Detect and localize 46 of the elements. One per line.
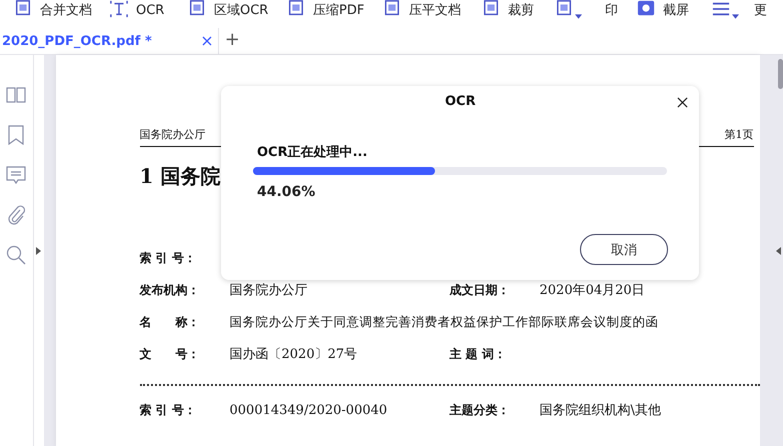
field-label: 索 引 号： — [140, 250, 197, 266]
field-value: 国务院组织机构\其他 — [540, 402, 662, 419]
toolbar-button[interactable]: 压缩PDF — [313, 1, 364, 19]
toolbar-button[interactable]: 区域OCR — [214, 1, 268, 19]
field-label: 主 题 词： — [450, 346, 507, 362]
toolbar-button[interactable]: 截屏 — [663, 1, 689, 19]
dialog-title: OCR — [445, 94, 475, 109]
field-label: 成文日期： — [450, 282, 510, 298]
expand-icon[interactable] — [36, 247, 42, 255]
field-label: 名 称： — [140, 314, 200, 330]
caret-icon[interactable] — [732, 14, 739, 18]
new-tab-button[interactable]: + — [218, 28, 246, 54]
comment-icon[interactable] — [6, 165, 26, 185]
toolbar-button[interactable]: 更 — [754, 1, 767, 19]
field-value: 国务院办公厅关于同意调整完善消费者权益保护工作部际联席会议制度的函 — [230, 314, 658, 330]
caret-icon[interactable] — [575, 14, 582, 18]
thumbnails-icon[interactable] — [6, 85, 26, 105]
field-value: 国务院办公厅 — [230, 282, 308, 299]
document-tab[interactable]: 2020_PDF_OCR.pdf * — [0, 28, 219, 54]
toolbar-button[interactable]: 合并文档 — [40, 1, 92, 19]
toolbar-button[interactable]: 压平文档 — [409, 1, 461, 19]
toolbar-button[interactable]: 裁剪 — [508, 1, 534, 19]
paperclip-icon[interactable] — [6, 205, 26, 225]
field-label: 索 引 号： — [140, 402, 197, 418]
collapse-icon[interactable] — [776, 247, 781, 255]
page-number: 第1页 — [724, 127, 754, 142]
toolbar-button[interactable]: 印 — [605, 1, 618, 19]
close-icon[interactable] — [677, 97, 688, 108]
menu-icon[interactable] — [712, 0, 730, 18]
field-value: 2020年04月20日 — [540, 282, 646, 299]
field-value: 国办函〔2020〕27号 — [230, 346, 358, 363]
scrollbar-thumb[interactable] — [778, 59, 782, 89]
toolbar-button[interactable]: OCR — [136, 2, 164, 18]
search-icon[interactable] — [6, 245, 26, 265]
status-text: OCR正在处理中... — [257, 144, 368, 161]
cancel-button[interactable]: 取消 — [580, 234, 668, 265]
bookmark-icon[interactable] — [6, 125, 26, 145]
text-icon[interactable] — [110, 0, 128, 18]
page-header-text: 国务院办公厅 — [140, 127, 206, 142]
field-value: 000014349/2020-00040 — [230, 402, 388, 418]
field-label: 发布机构： — [140, 282, 200, 298]
page-icon[interactable] — [555, 0, 573, 18]
field-label: 文 号： — [140, 346, 200, 362]
document-title: 1 国务院 — [140, 163, 220, 190]
progress-percent: 44.06% — [257, 184, 316, 200]
field-label: 主题分类： — [450, 402, 510, 418]
